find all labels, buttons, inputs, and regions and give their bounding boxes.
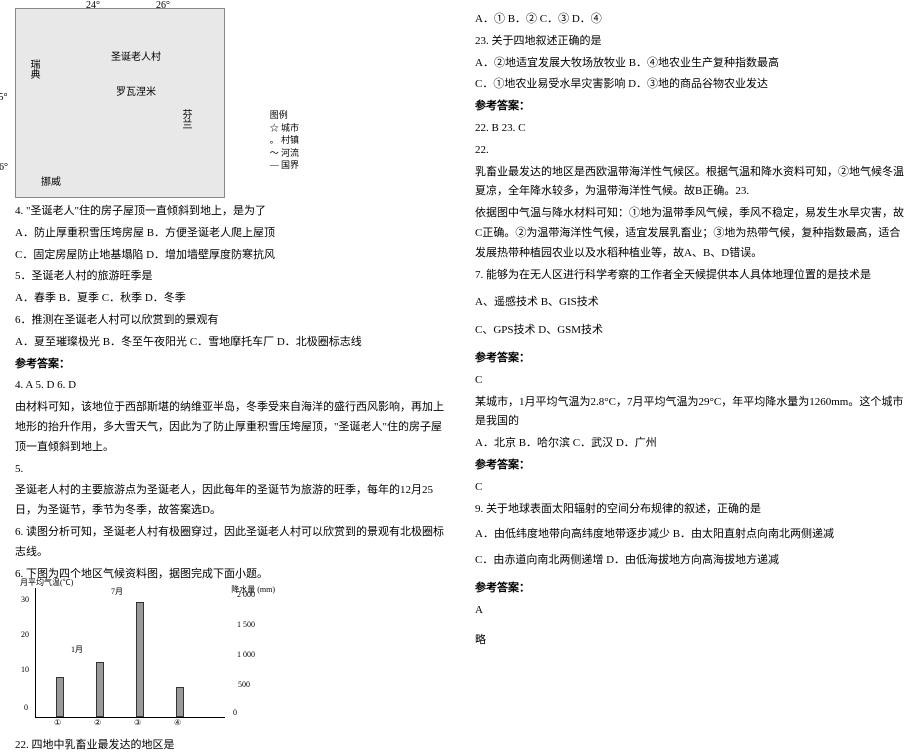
map-legend: 图例 ☆ 城市 。 村镇 ～ 河流 — 国界: [270, 109, 299, 172]
exp-6: 6. 读图分析可知，圣诞老人村有极圈穿过，因此圣诞老人村可以欣赏到的景观有北极圈…: [15, 523, 445, 563]
q9-opts-cd: C．由赤道向南北两侧递增 D．由低海拔地方向高海拔地方递减: [475, 551, 905, 571]
q23-opts-ab: A．②地适宜发展大牧场放牧业 B．④地农业生产复种指数最高: [475, 54, 905, 74]
answer-label-9: 参考答案：: [475, 579, 905, 599]
tick-30: 30: [21, 593, 29, 607]
answer-7: C: [475, 371, 905, 391]
answer-label-7: 参考答案：: [475, 349, 905, 369]
rtick-0: 0: [233, 706, 237, 720]
answer-9-exp: 略: [475, 631, 905, 651]
exp-4: 由材料可知，该地位于西部斯堪的纳维亚半岛，冬季受来自海洋的盛行西风影响，再加上地…: [15, 398, 445, 457]
q4-stem: 4. "圣诞老人"住的房子屋顶一直倾斜到地上，是为了: [15, 202, 445, 222]
q6-stem: 6．推测在圣诞老人村可以欣赏到的景观有: [15, 311, 445, 331]
map-figure: 24° 26° 66.5° 66° 圣诞老人村 罗瓦涅米 瑞典 芬兰 挪威 图例…: [15, 8, 225, 198]
tick-0: 0: [24, 701, 28, 715]
q8-intro: 某城市，1月平均气温为2.8°C，7月平均气温为29°C，年平均降水量为1260…: [475, 393, 905, 433]
q5-opts: A．春季 B．夏季 C．秋季 D．冬季: [15, 289, 445, 309]
answer-9: A: [475, 601, 905, 621]
place-santa: 圣诞老人村: [111, 49, 161, 67]
bar-1: [56, 677, 64, 717]
label-7month: 7月: [111, 585, 123, 599]
lat-665: 66.5°: [0, 89, 8, 107]
q4-opts-ab: A．防止厚重积雪压垮房屋 B．方便圣诞老人爬上屋顶: [15, 224, 445, 244]
bar-4: [176, 687, 184, 717]
legend-village: 。 村镇: [270, 134, 299, 147]
xlab-4: ④: [174, 716, 181, 730]
exp-5: 圣诞老人村的主要旅游点为圣诞老人，因此每年的圣诞节为旅游的旺季，每年的12月25…: [15, 481, 445, 521]
q22-opts: A．① B．② C．③ D．④: [475, 10, 905, 30]
rtick-500: 500: [238, 678, 250, 692]
q23-stem: 23. 关于四地叙述正确的是: [475, 32, 905, 52]
q5-stem: 5．圣诞老人村的旅游旺季是: [15, 267, 445, 287]
country-sweden: 瑞典: [24, 59, 42, 79]
legend-river: ～ 河流: [270, 147, 299, 160]
legend-title: 图例: [270, 109, 299, 122]
q8-opts: A．北京 B．哈尔滨 C．武汉 D．广州: [475, 434, 905, 454]
lat-66: 66°: [0, 159, 8, 177]
q7-opts-cd: C、GPS技术 D、GSM技术: [475, 321, 905, 341]
xlab-1: ①: [54, 716, 61, 730]
q7-opts-ab: A、遥感技术 B、GIS技术: [475, 293, 905, 313]
q4-opts-cd: C．固定房屋防止地基塌陷 D．增加墙壁厚度防寒抗风: [15, 246, 445, 266]
q22-stem: 22. 四地中乳畜业最发达的地区是: [15, 736, 445, 756]
exp-22n: 22.: [475, 141, 905, 161]
tick-20: 20: [21, 628, 29, 642]
q9-opts-ab: A．由低纬度地带向高纬度地带逐步减少 B．由太阳直射点向南北两侧递减: [475, 525, 905, 545]
lon-26: 26°: [156, 0, 170, 15]
tick-10: 10: [21, 663, 29, 677]
q6-opts: A．夏至璀璨极光 B．冬至午夜阳光 C．雪地摩托车厂 D．北极圈标志线: [15, 333, 445, 353]
q23-opts-cd: C．①地农业易受水旱灾害影响 D．③地的商品谷物农业发达: [475, 75, 905, 95]
answer-label-2223: 参考答案：: [475, 97, 905, 117]
country-finland: 芬兰: [176, 109, 194, 129]
place-rov: 罗瓦涅米: [116, 84, 156, 102]
bar-3: [136, 602, 144, 717]
xlab-2: ②: [94, 716, 101, 730]
q-chart-intro: 6. 下图为四个地区气候资料图，据图完成下面小题。: [15, 565, 445, 585]
exp-22: 乳畜业最发达的地区是西欧温带海洋性气候区。根据气温和降水资料可知，②地气候冬温夏…: [475, 163, 905, 203]
exp-5n: 5.: [15, 460, 445, 480]
legend-border: — 国界: [270, 159, 299, 172]
lon-24: 24°: [86, 0, 100, 15]
answer-label-8: 参考答案：: [475, 456, 905, 476]
country-norway: 挪威: [41, 174, 61, 192]
answer-8: C: [475, 478, 905, 498]
q7-stem: 7. 能够为在无人区进行科学考察的工作者全天候提供本人具体地理位置的是技术是: [475, 266, 905, 286]
climate-chart: 降水量 (mm) 30 20 10 0 2 000 1 500 1 000 50…: [35, 588, 225, 718]
exp-23: 依据图中气温与降水材料可知：①地为温带季风气候，季风不稳定，易发生水旱灾害，故C…: [475, 204, 905, 263]
xlab-3: ③: [134, 716, 141, 730]
bar-2: [96, 662, 104, 717]
q9-stem: 9. 关于地球表面太阳辐射的空间分布规律的叙述，正确的是: [475, 500, 905, 520]
rtick-2000: 2 000: [237, 588, 255, 602]
answer-456: 4. A 5. D 6. D: [15, 376, 445, 396]
rtick-1500: 1 500: [237, 618, 255, 632]
answer-label-456: 参考答案：: [15, 355, 445, 375]
legend-city: ☆ 城市: [270, 122, 299, 135]
answer-2223: 22. B 23. C: [475, 119, 905, 139]
